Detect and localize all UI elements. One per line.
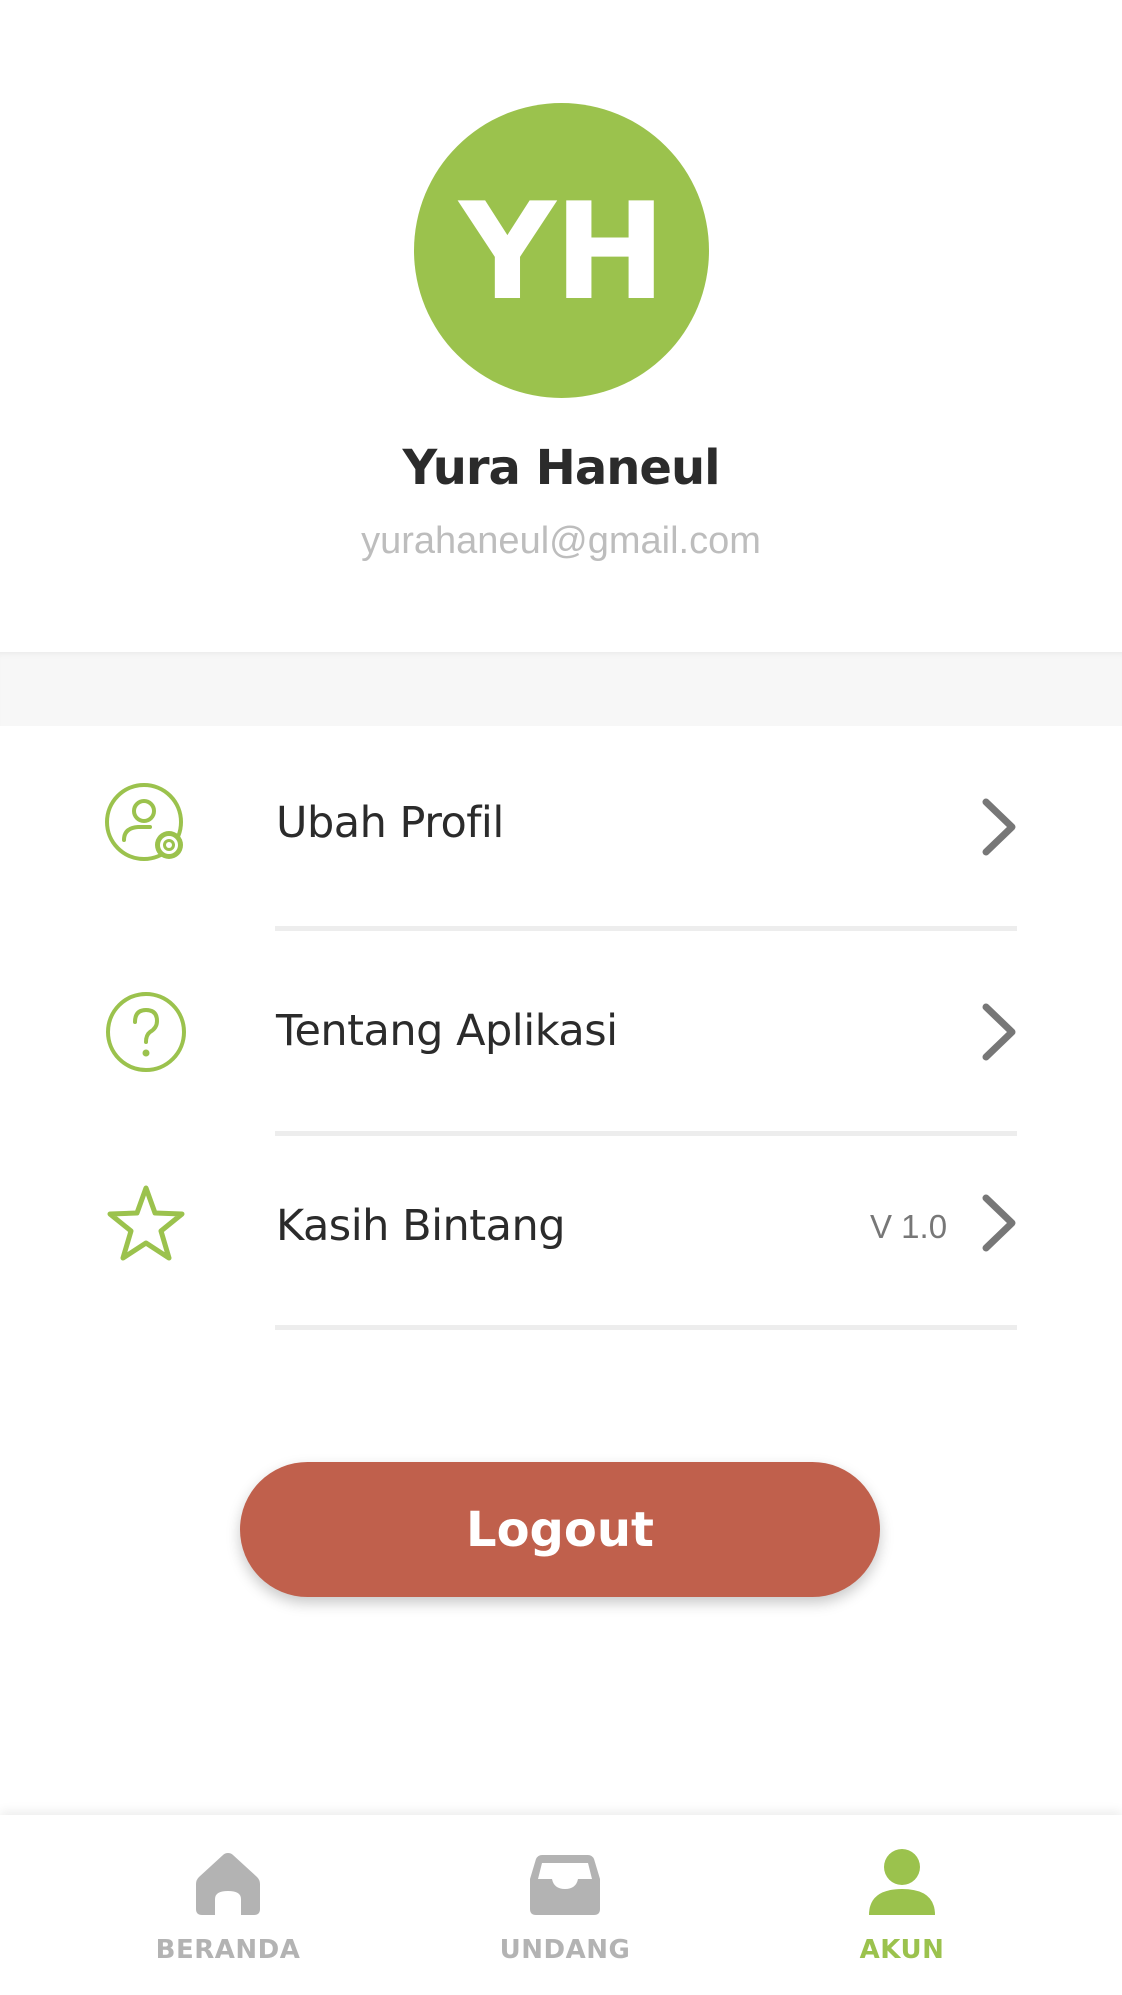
chevron-right-icon — [982, 1194, 1016, 1252]
menu-item-label: Ubah Profil — [276, 798, 504, 848]
user-email: yurahaneul@gmail.com — [361, 520, 761, 562]
avatar: YH — [414, 103, 709, 398]
menu-item-rate-app[interactable]: Kasih Bintang V 1.0 — [0, 1136, 1122, 1336]
question-circle-icon — [106, 992, 186, 1072]
nav-label: UNDANG — [499, 1935, 631, 1965]
section-separator — [0, 652, 1122, 726]
menu-item-label: Kasih Bintang — [276, 1201, 566, 1251]
menu-item-edit-profile[interactable]: Ubah Profil — [0, 726, 1122, 931]
menu-item-about-app[interactable]: Tentang Aplikasi — [0, 931, 1122, 1136]
app-version: V 1.0 — [870, 1208, 948, 1245]
logout-button[interactable]: Logout — [240, 1462, 880, 1597]
profile-header: YH Yura Haneul yurahaneul@gmail.com — [0, 0, 1122, 652]
nav-label: BERANDA — [155, 1935, 301, 1965]
menu-divider — [275, 1325, 1017, 1330]
star-icon — [107, 1185, 185, 1261]
user-settings-icon — [105, 783, 183, 861]
nav-item-undang[interactable]: UNDANG — [465, 1815, 665, 1995]
menu-item-label: Tentang Aplikasi — [276, 1006, 618, 1056]
nav-label: AKUN — [859, 1935, 945, 1965]
bottom-nav: BERANDA UNDANG AKUN — [0, 1815, 1122, 1995]
home-icon — [196, 1853, 260, 1915]
account-screen: YH Yura Haneul yurahaneul@gmail.com Ubah… — [0, 0, 1122, 1995]
chevron-right-icon — [982, 1003, 1016, 1061]
user-icon — [869, 1849, 935, 1915]
nav-item-beranda[interactable]: BERANDA — [128, 1815, 328, 1995]
nav-item-akun[interactable]: AKUN — [802, 1815, 1002, 1995]
user-name: Yura Haneul — [402, 440, 720, 496]
inbox-icon — [530, 1855, 600, 1915]
avatar-initials: YH — [458, 173, 666, 330]
chevron-right-icon — [982, 798, 1016, 856]
